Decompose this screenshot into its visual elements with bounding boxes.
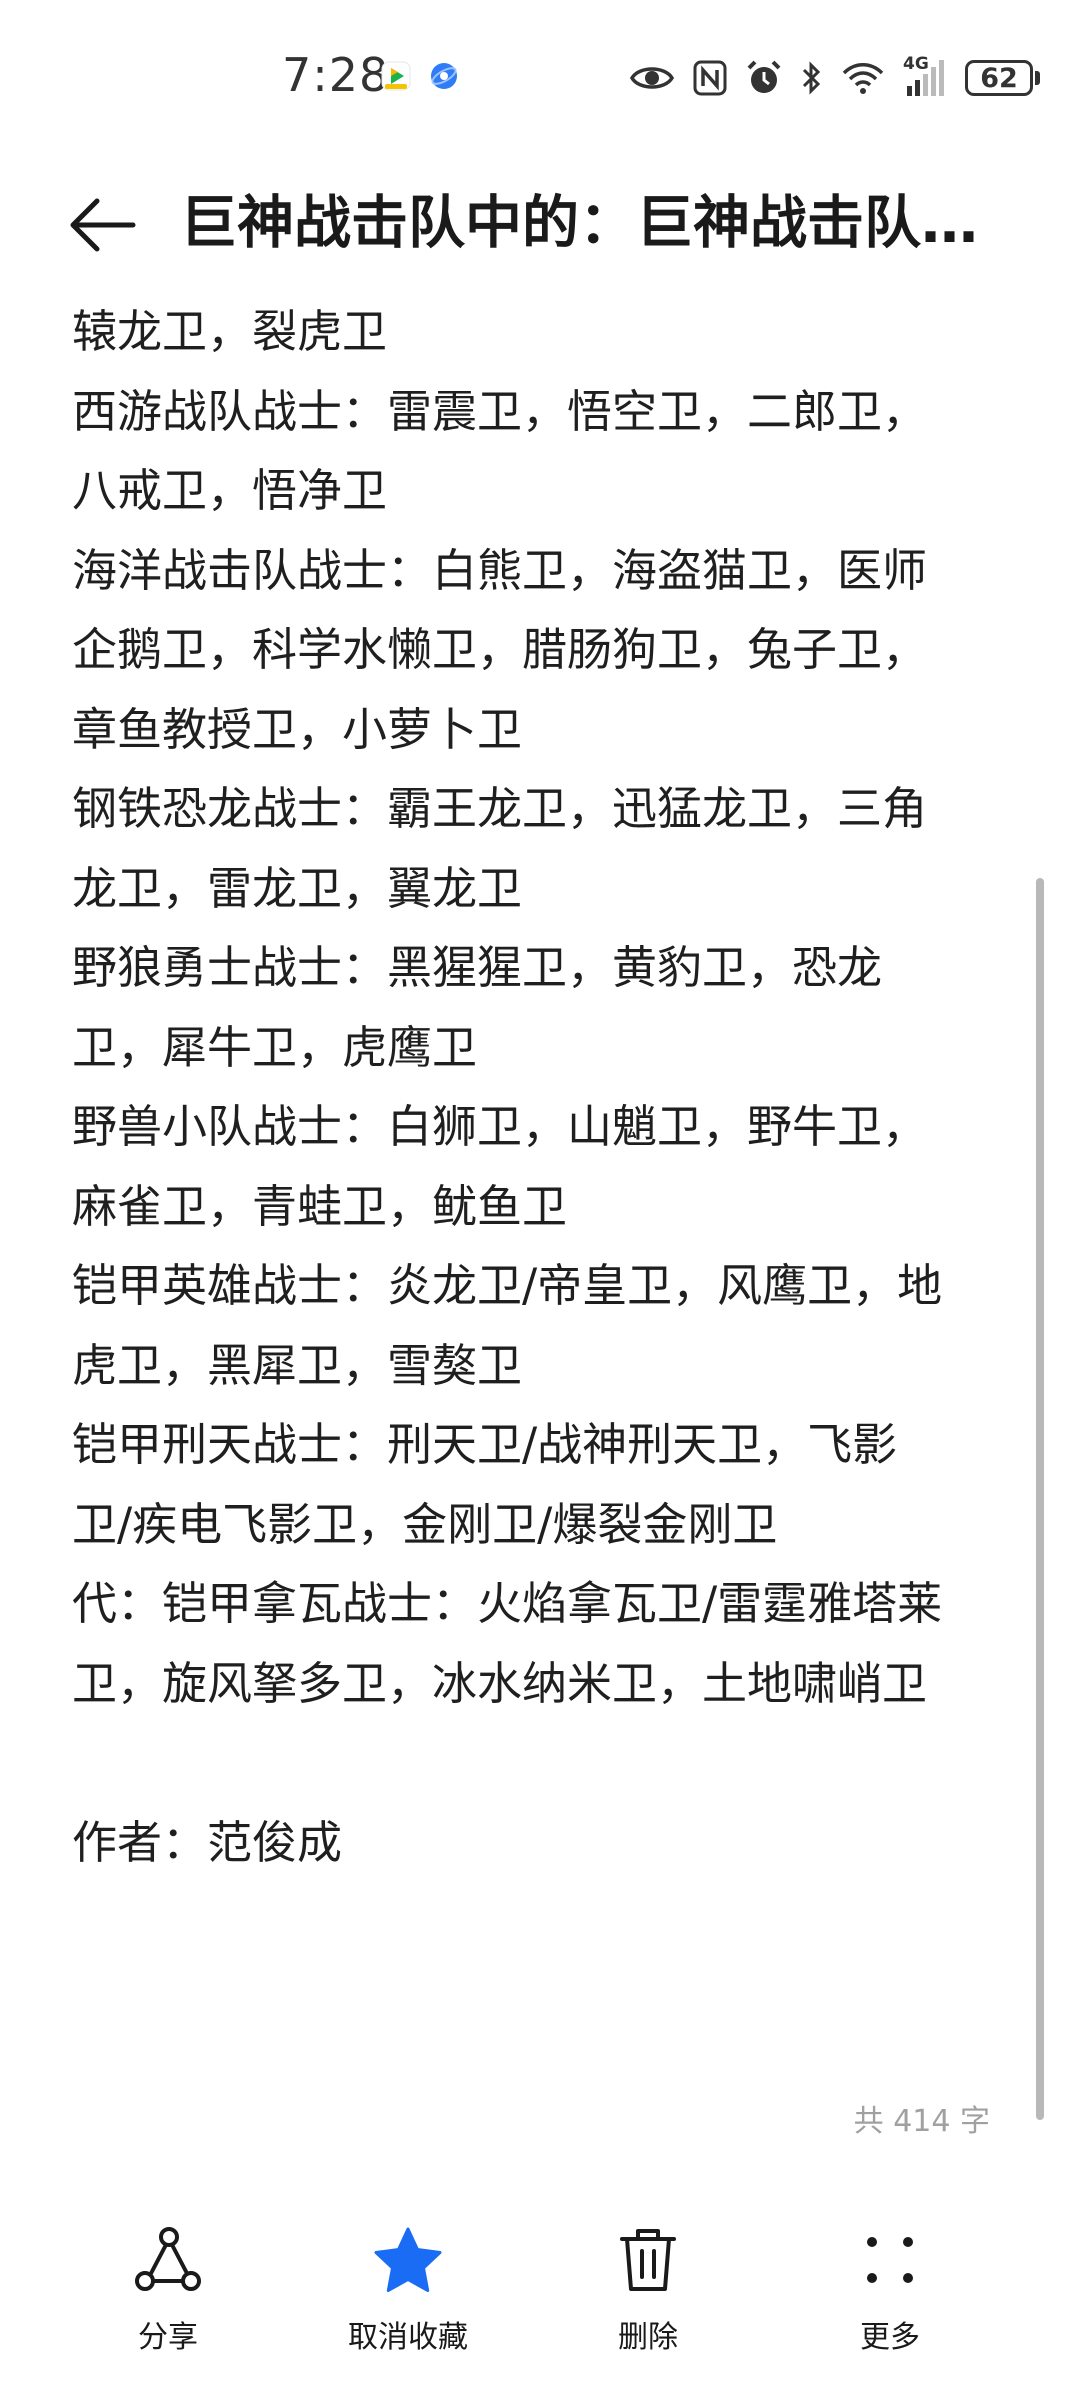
alarm-icon: [745, 59, 783, 97]
delete-button[interactable]: 删除: [548, 2210, 748, 2370]
content-line: 八戒卫，悟净卫: [72, 464, 388, 517]
bluetooth-icon: [801, 60, 823, 96]
battery-icon: 62: [965, 60, 1040, 96]
unfavorite-button[interactable]: 取消收藏: [308, 2210, 508, 2370]
content-line: 卫，旋风拏多卫，冰水纳米卫，土地啸峭卫: [72, 1656, 928, 1710]
share-label: 分享: [138, 2320, 198, 2355]
unfavorite-label: 取消收藏: [348, 2320, 468, 2355]
more-dots-icon: [852, 2222, 928, 2298]
more-button[interactable]: 更多: [790, 2210, 990, 2370]
delete-label: 删除: [618, 2320, 678, 2355]
trash-icon: [610, 2222, 686, 2298]
status-time: 7:28: [282, 48, 390, 102]
content-line: 西游战队战士：雷震卫，悟空卫，二郎卫，: [72, 384, 928, 438]
video-app-icon: [380, 60, 412, 92]
status-icons: 4G 62: [629, 54, 1040, 100]
more-label: 更多: [860, 2320, 920, 2355]
star-icon: [370, 2222, 446, 2298]
content-line: [72, 1723, 1012, 1803]
content-line: 铠甲英雄战士：炎龙卫/帝皇卫，风鹰卫，地: [72, 1259, 943, 1312]
wifi-icon: [841, 60, 885, 96]
content-line: 辕龙卫，裂虎卫: [72, 305, 388, 358]
content-line: 虎卫，黑犀卫，雪獒卫: [72, 1338, 523, 1392]
bottom-toolbar: 分享 取消收藏 删除 更多: [0, 2200, 1080, 2400]
content-line: 卫/疾电飞影卫，金刚卫/爆裂金刚卫: [72, 1497, 778, 1551]
battery-level: 62: [965, 60, 1033, 96]
back-button[interactable]: [62, 189, 142, 261]
app-header: 巨神战击队中的：巨神战击队…: [0, 165, 1080, 285]
content-line: 作者：范俊成: [72, 1815, 343, 1869]
content-line: 卫，犀牛卫，虎鹰卫: [72, 1020, 478, 1074]
content-line: 海洋战击队战士：白熊卫，海盗猫卫，医师: [72, 543, 928, 597]
status-bar: 7:28 4G 62: [0, 0, 1080, 150]
content-line: 企鹅卫，科学水懒卫，腊肠狗卫，兔子卫，: [72, 623, 928, 676]
content-line: 章鱼教授卫，小萝卜卫: [72, 702, 523, 756]
word-count: 共 414 字: [853, 2104, 990, 2139]
back-arrow-icon: [70, 198, 136, 252]
nfc-icon: [693, 60, 727, 96]
browser-app-icon: [428, 60, 460, 92]
content-line: 麻雀卫，青蛙卫，鱿鱼卫: [72, 1179, 568, 1233]
content-line: 龙卫，雷龙卫，翼龙卫: [72, 861, 523, 915]
share-button[interactable]: 分享: [68, 2210, 268, 2370]
content-line: 野狼勇士战士：黑猩猩卫，黄豹卫，恐龙: [72, 941, 883, 994]
scrollbar[interactable]: [1036, 878, 1044, 2120]
note-content[interactable]: 辕龙卫，裂虎卫西游战队战士：雷震卫，悟空卫，二郎卫， 八戒卫，悟净卫海洋战击队战士…: [72, 292, 1012, 2112]
content-line: 钢铁恐龙战士：霸王龙卫，迅猛龙卫，三角: [72, 782, 928, 835]
cellular-signal-icon: 4G: [903, 54, 947, 98]
page-title: 巨神战击队中的：巨神战击队…: [180, 190, 978, 256]
content-line: 野兽小队战士：白狮卫，山魈卫，野牛卫，: [72, 1100, 928, 1153]
share-icon: [130, 2222, 206, 2298]
eye-icon: [629, 62, 675, 94]
content-line: 铠甲刑天战士：刑天卫/战神刑天卫，飞影: [72, 1418, 898, 1471]
battery-tip: [1035, 71, 1040, 85]
content-line: 代：铠甲拿瓦战士：火焰拿瓦卫/雷霆雅塔莱: [72, 1577, 943, 1630]
